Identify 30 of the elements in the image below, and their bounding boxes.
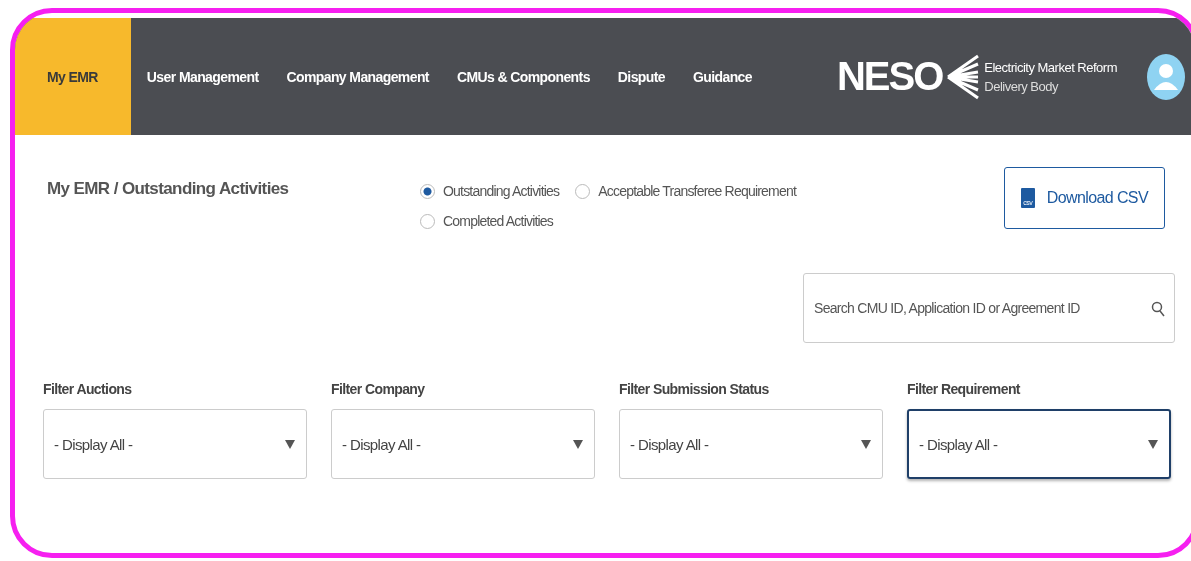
- radio-label: Outstanding Activities: [443, 183, 560, 199]
- nav-tab[interactable]: CMUs & Components: [442, 18, 604, 135]
- nav-tab[interactable]: Dispute: [603, 18, 679, 135]
- dropdown-caret-icon: [860, 438, 872, 450]
- filter-dropdown[interactable]: - Display All -: [43, 409, 307, 479]
- breadcrumb: My EMR / Outstanding Activities: [47, 179, 290, 199]
- dropdown-caret-icon: [572, 438, 584, 450]
- search-icon: [1151, 301, 1165, 317]
- logo-subtitle: Delivery Body: [984, 78, 1060, 94]
- dropdown-caret-icon: [284, 438, 296, 450]
- filter-label: Filter Auctions: [43, 381, 133, 397]
- search-field[interactable]: Search CMU ID, Application ID or Agreement ID: [803, 273, 1175, 343]
- logo-title: Electricity Market Reform: [984, 59, 1117, 75]
- user-avatar-icon[interactable]: [1147, 53, 1185, 100]
- filter-label: Filter Company: [331, 381, 426, 397]
- radio-label: Completed Activities: [443, 213, 554, 229]
- nav-tab[interactable]: Guidance: [678, 18, 766, 135]
- nav-tab[interactable]: Company Management: [272, 18, 443, 135]
- radio-option[interactable]: Outstanding Activities: [420, 183, 560, 199]
- filter-dropdown[interactable]: - Display All -: [619, 409, 883, 479]
- radio-option[interactable]: Completed Activities: [420, 213, 554, 229]
- nav-tab[interactable]: User Management: [132, 18, 273, 135]
- radio-icon[interactable]: [420, 183, 435, 199]
- dropdown-caret-icon: [1147, 438, 1159, 450]
- logo-wordmark: NESO: [836, 54, 943, 99]
- filter-label: Filter Submission Status: [619, 381, 770, 397]
- filter-label: Filter Requirement: [907, 381, 1022, 397]
- filter-dropdown[interactable]: - Display All -: [907, 409, 1171, 479]
- filter-dropdown[interactable]: - Display All -: [331, 409, 595, 479]
- nav-tab[interactable]: My EMR: [15, 18, 131, 135]
